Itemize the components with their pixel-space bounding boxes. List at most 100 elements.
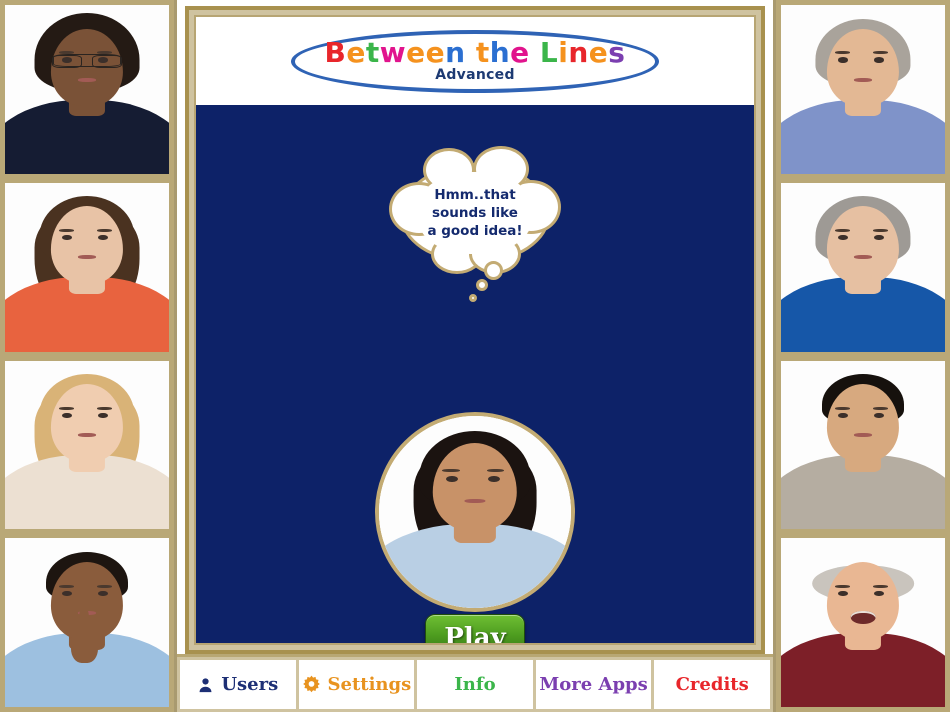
logo-letter: t: [475, 35, 490, 69]
eye-shape: [874, 590, 885, 596]
thought-bubble: Hmm..that sounds like a good idea!: [389, 146, 561, 302]
logo-letter: e: [425, 35, 446, 69]
left-photo-strip: [0, 0, 177, 712]
logo-letter: n: [568, 35, 589, 69]
mouth-shape: [77, 77, 97, 82]
logo-oval: Between the Lines Advanced: [290, 29, 660, 93]
stage-frame: Between the Lines Advanced Hmm..that sou…: [185, 6, 765, 654]
mouth-shape: [464, 498, 486, 504]
eyebrow-shape: [59, 229, 74, 233]
eyebrow-shape: [486, 468, 504, 473]
logo-subtitle: Advanced: [435, 66, 515, 83]
portrait-image: [5, 360, 169, 530]
eyebrow-shape: [835, 229, 850, 233]
logo-letter: t: [365, 35, 380, 69]
eyebrow-shape: [96, 584, 112, 588]
eyebrow-shape: [96, 406, 112, 410]
logo-area: Between the Lines Advanced: [196, 17, 754, 105]
glasses-icon: [52, 53, 122, 68]
eye-shape: [488, 475, 500, 482]
gear-icon: [302, 675, 321, 694]
logo-letter: e: [346, 35, 366, 69]
photo-cell: [776, 0, 950, 179]
portrait-image: [5, 182, 169, 352]
thought-bubble-body: Hmm..that sounds like a good idea!: [389, 146, 561, 274]
toolbar-item-label: Users: [221, 674, 279, 695]
logo-letter: B: [324, 35, 347, 69]
logo-letter: i: [558, 35, 569, 69]
right-photo-strip: [773, 0, 950, 712]
toolbar-item-label: Info: [454, 674, 496, 695]
head-shape: [826, 561, 900, 640]
bubble-tail-icon: [469, 294, 477, 302]
eyebrow-shape: [872, 229, 888, 233]
logo-letter: e: [510, 35, 530, 69]
portrait-image: [379, 416, 571, 608]
stage-inner: Between the Lines Advanced Hmm..that sou…: [194, 15, 756, 645]
head-shape: [826, 28, 900, 107]
center-portrait: [375, 412, 575, 612]
eyebrow-shape: [872, 584, 888, 588]
eyebrow-shape: [835, 584, 850, 588]
toolbar-item-users[interactable]: Users: [180, 660, 296, 709]
portrait-image: [781, 5, 945, 174]
logo-letter: e: [588, 35, 609, 69]
logo-letter: L: [539, 35, 559, 69]
logo-letter: n: [445, 35, 466, 69]
portrait-image: [5, 5, 169, 174]
head-shape: [826, 384, 900, 462]
photo-cell: [0, 534, 174, 712]
logo-letter: h: [489, 35, 511, 69]
app-root: Between the Lines Advanced Hmm..that sou…: [0, 0, 950, 712]
head-shape: [826, 206, 900, 284]
eyebrow-shape: [96, 229, 112, 233]
mouth-shape: [853, 255, 873, 260]
bubble-tail-icon: [484, 261, 503, 280]
play-button[interactable]: Play: [425, 614, 525, 645]
portrait-image: [781, 360, 945, 530]
eye-shape: [838, 57, 849, 63]
person-icon: [197, 676, 214, 694]
bubble-tail-icon: [476, 279, 488, 291]
portrait-image: [781, 182, 945, 352]
eyebrow-shape: [59, 406, 74, 410]
photo-cell: [0, 178, 174, 357]
eye-shape: [62, 590, 73, 596]
toolbar-item-label: More Apps: [539, 674, 648, 695]
mouth-shape: [77, 255, 97, 260]
toolbar-item-credits[interactable]: Credits: [654, 660, 770, 709]
photo-cell: [776, 356, 950, 535]
logo-letter: e: [406, 35, 426, 69]
finger-shape: [78, 607, 89, 637]
eye-shape: [98, 590, 109, 596]
head-shape: [50, 384, 124, 462]
eyebrow-shape: [442, 468, 460, 473]
eye-shape: [446, 475, 458, 482]
logo-letter: [530, 36, 540, 69]
logo-letter: s: [608, 35, 626, 69]
photo-cell: [776, 534, 950, 712]
toolbar-item-info[interactable]: Info: [417, 660, 533, 709]
eyebrow-shape: [872, 406, 888, 410]
blue-stage: Hmm..that sounds like a good idea! Play …: [196, 105, 754, 643]
mouth-shape: [853, 77, 873, 82]
head-shape: [50, 206, 124, 284]
center-column: Between the Lines Advanced Hmm..that sou…: [177, 0, 773, 712]
mouth-shape: [850, 610, 876, 625]
logo-letter: [466, 36, 476, 69]
eye-shape: [874, 57, 885, 63]
toolbar-item-more-apps[interactable]: More Apps: [535, 660, 652, 709]
eye-shape: [838, 590, 849, 596]
eyebrow-shape: [835, 406, 850, 410]
mouth-shape: [77, 433, 97, 438]
play-button-label: Play: [444, 623, 506, 645]
toolbar-item-label: Settings: [327, 674, 412, 695]
logo-letter: w: [379, 35, 407, 69]
photo-cell: [776, 178, 950, 357]
portrait-image: [5, 538, 169, 707]
photo-cell: [0, 356, 174, 535]
portrait-image: [781, 538, 945, 707]
bottom-toolbar: Users Settings Info More Apps Credits: [177, 654, 773, 712]
toolbar-item-settings[interactable]: Settings: [298, 660, 415, 709]
eyebrow-shape: [59, 584, 74, 588]
